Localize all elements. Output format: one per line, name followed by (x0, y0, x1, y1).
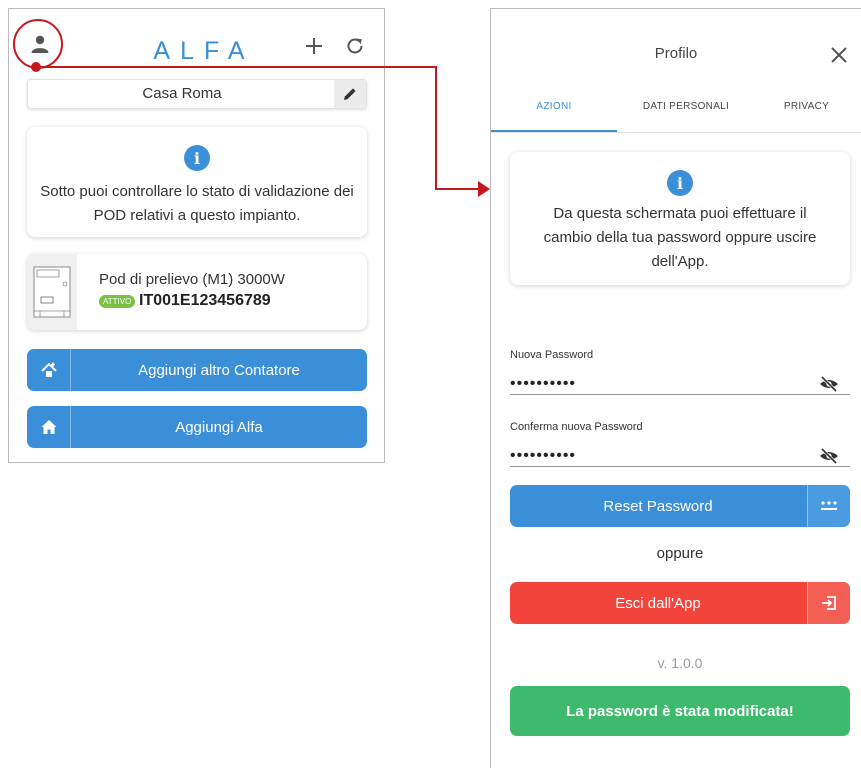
meter-icon (33, 266, 71, 318)
close-button[interactable] (826, 42, 852, 68)
app-logo: ALFA (153, 37, 255, 65)
close-icon (831, 47, 847, 63)
tab-divider (491, 132, 861, 133)
logout-icon (822, 596, 836, 610)
info-icon: i (184, 145, 210, 171)
edit-location-button[interactable] (334, 80, 366, 108)
user-icon (31, 35, 49, 53)
tab-privacy[interactable]: PRIVACY (759, 101, 854, 112)
toggle-new-password-visibility[interactable] (819, 376, 839, 392)
plus-icon (306, 38, 322, 54)
add-meter-label: Aggiungi altro Contatore (138, 361, 300, 379)
new-password-label: Nuova Password (510, 349, 594, 361)
refresh-icon (347, 38, 363, 54)
profile-info-text: Da questa schermata puoi effettuare il c… (543, 205, 817, 270)
add-alfa-button[interactable]: Aggiungi Alfa (27, 406, 367, 448)
connector-arrowhead (478, 181, 490, 197)
app-version: v. 1.0.0 (657, 655, 703, 671)
reset-password-label: Reset Password (603, 497, 713, 515)
profile-info-card: i Da questa schermata puoi effettuare il… (510, 152, 850, 285)
home-screen: ALFA Casa Roma i Sotto puoi controllare … (8, 8, 385, 463)
new-password-field[interactable] (510, 373, 850, 395)
refresh-button[interactable] (343, 34, 367, 58)
location-selector[interactable]: Casa Roma (27, 79, 367, 109)
house-add-icon (40, 362, 57, 377)
reset-password-button[interactable]: Reset Password (510, 485, 850, 527)
or-separator: oppure (656, 545, 704, 562)
info-icon: i (667, 170, 693, 196)
pod-info-card: i Sotto puoi controllare lo stato di val… (27, 127, 367, 237)
logout-button[interactable]: Esci dall'App (510, 582, 850, 624)
add-button[interactable] (303, 35, 325, 57)
pod-card[interactable]: Pod di prelievo (M1) 3000W ATTIVO IT001E… (27, 254, 367, 330)
home-icon (41, 420, 56, 434)
pod-info-text: Sotto puoi controllare lo stato di valid… (40, 183, 354, 224)
keypad-icon (821, 501, 837, 510)
tab-azioni[interactable]: AZIONI (491, 101, 617, 112)
user-profile-button[interactable] (27, 31, 53, 57)
tab-dati-personali[interactable]: DATI PERSONALI (631, 101, 741, 112)
toggle-confirm-password-visibility[interactable] (819, 448, 839, 464)
pod-code: IT001E123456789 (139, 292, 271, 309)
status-badge: ATTIVO (99, 295, 136, 308)
confirm-password-label: Conferma nuova Password (510, 421, 643, 433)
profile-screen: Profilo AZIONI DATI PERSONALI PRIVACY i … (490, 8, 861, 768)
pencil-icon (344, 88, 356, 100)
meter-thumbnail (27, 254, 77, 330)
logout-label: Esci dall'App (615, 594, 701, 612)
eye-off-icon (820, 376, 838, 392)
confirm-password-field[interactable] (510, 445, 850, 467)
success-toast: La password è stata modificata! (510, 686, 850, 736)
location-name: Casa Roma (142, 85, 222, 102)
page-title: Profilo (654, 45, 698, 62)
add-meter-button[interactable]: Aggiungi altro Contatore (27, 349, 367, 391)
eye-off-icon (820, 448, 838, 464)
pod-title: Pod di prelievo (M1) 3000W (99, 271, 285, 288)
add-alfa-label: Aggiungi Alfa (175, 418, 263, 436)
